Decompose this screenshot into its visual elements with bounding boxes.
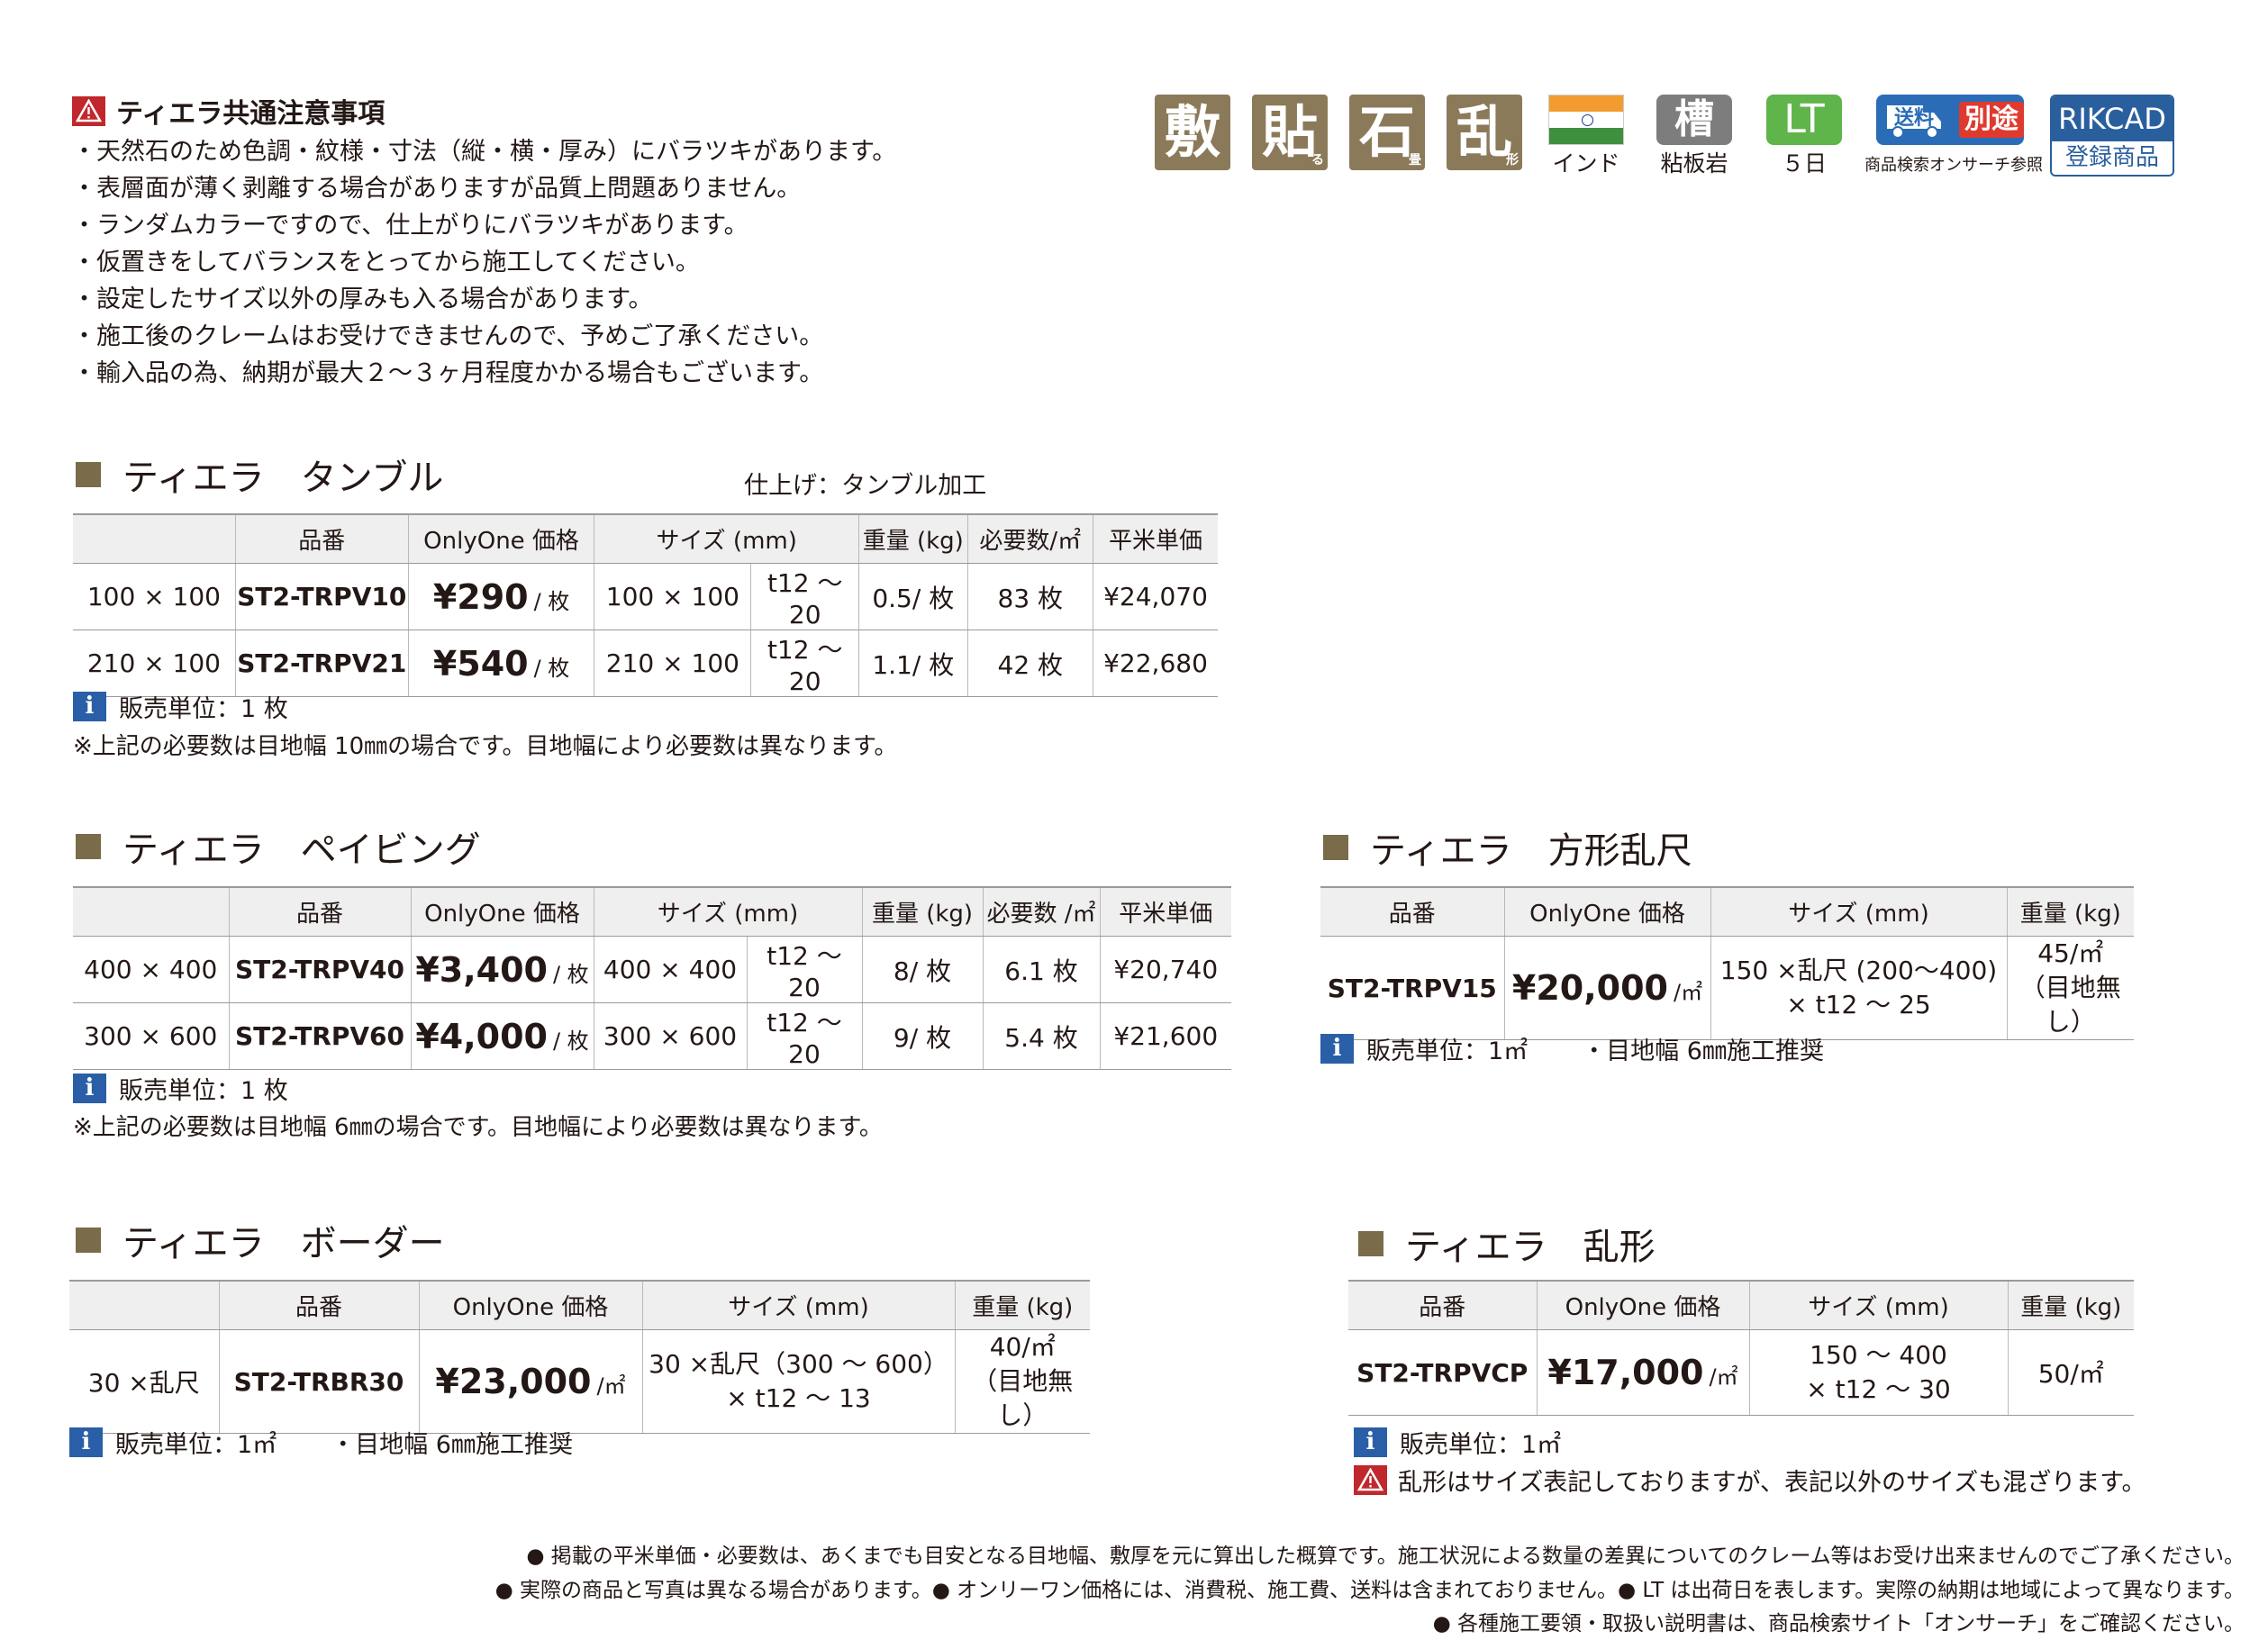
- shipping-text: 送料: [1894, 107, 1935, 130]
- info-icon: i: [73, 1074, 106, 1103]
- caution-item: ・ランダムカラーですので、仕上がりにバラツキがあります。: [72, 212, 748, 240]
- info-icon: i: [73, 692, 106, 721]
- caution-item: ・仮置きをしてバランスをとってから施工してください。: [72, 249, 700, 276]
- rikcad-badge: RIKCAD 登録商品: [2050, 95, 2174, 177]
- header-cell: 平米単価: [1093, 513, 1218, 564]
- footer-note: ● 実際の商品と写真は異なる場合があります。● オンリーワン価格には、消費税、施…: [494, 1579, 2245, 1602]
- shipping-label: 商品検索オンサーチ参照: [1864, 156, 2043, 175]
- caution-item: ・輸入品の為、納期が最大２～３ヶ月程度かかる場合もございます。: [72, 359, 824, 387]
- header-cell: 品番: [234, 513, 409, 564]
- square-unit-note: i 販売単位：1㎡ ・目地幅 6㎜施工推奨: [1320, 1031, 1824, 1066]
- table-row: 30 ×乱尺 ST2-TRBR30 ¥23,000/㎡ 30 ×乱尺（300 ～…: [69, 1329, 1090, 1434]
- header-cell: 重量 (kg): [954, 1280, 1090, 1330]
- header-cell: 重量 (kg): [861, 886, 983, 937]
- footer-note: ● 各種施工要領・取扱い説明書は、商品検索サイト「オンサーチ」をご確認ください。: [1432, 1612, 2245, 1635]
- random-warning-note: 乱形はサイズ表記しておりますが、表記以外のサイズも混ざります。: [1354, 1463, 2146, 1498]
- header-cell: OnlyOne 価格: [418, 1280, 642, 1330]
- header-cell: サイズ (mm): [641, 1280, 955, 1330]
- header-cell: 必要数 /㎡: [982, 886, 1100, 937]
- table-row: 300 × 600 ST2-TRPV60 ¥4,000/ 枚 300 × 600…: [73, 1002, 1231, 1070]
- random-unit-note: i 販売単位：1㎡: [1354, 1425, 1561, 1460]
- warning-icon: [1354, 1465, 1387, 1495]
- paving-sub-note: ※上記の必要数は目地幅 6㎜の場合です。目地幅により必要数は異なります。: [73, 1114, 883, 1141]
- footer-note: ● 掲載の平米単価・必要数は、あくまでも目安となる目地幅、敷厚を元に算出した概算…: [526, 1545, 2245, 1568]
- tumble-title: ティエラ タンブル: [76, 448, 443, 501]
- warning-icon: [72, 95, 105, 126]
- header-cell: 品番: [228, 886, 411, 937]
- header-cell: サイズ (mm): [594, 513, 859, 564]
- header-cell: 品番: [1348, 1280, 1537, 1330]
- section-square-icon: [1358, 1231, 1383, 1256]
- usage-paste-icon: 貼る: [1252, 95, 1328, 170]
- origin-label: インド: [1552, 150, 1620, 177]
- usage-random-shape-icon: 乱形: [1447, 95, 1522, 170]
- table-row: 100 × 100 ST2-TRPV10 ¥290/ 枚 100 × 100 t…: [73, 563, 1218, 630]
- header-cell: [73, 886, 229, 937]
- lead-time-icon: LT: [1766, 95, 1842, 145]
- table-row: 400 × 400 ST2-TRPV40 ¥3,400/ 枚 400 × 400…: [73, 936, 1231, 1003]
- border-unit-note: i 販売単位：1㎡ ・目地幅 6㎜施工推奨: [69, 1425, 573, 1460]
- section-square-icon: [76, 834, 101, 859]
- usage-lay-icon: 敷: [1155, 95, 1230, 170]
- header-cell: OnlyOne 価格: [410, 886, 594, 937]
- caution-title: ティエラ共通注意事項: [72, 91, 385, 131]
- table-row: ST2-TRPV15 ¥20,000/㎡ 150 ×乱尺 (200～400) × …: [1320, 936, 2134, 1040]
- info-icon: i: [69, 1427, 103, 1457]
- header-cell: 重量 (kg): [2007, 1280, 2134, 1330]
- lead-time-label: ５日: [1781, 150, 1827, 177]
- table-header-row: 品番 OnlyOne 価格 サイズ (mm) 重量 (kg): [1320, 886, 2134, 937]
- table-header-row: 品番 OnlyOne 価格 サイズ (mm) 重量 (kg) 必要数/㎡ 平米単…: [73, 513, 1218, 564]
- header-cell: [69, 1280, 219, 1330]
- shipping-separate-text: 別途: [1959, 102, 2024, 138]
- shipping-badge: 送料 別途: [1876, 95, 2024, 145]
- header-cell: 品番: [218, 1280, 419, 1330]
- table-row: ST2-TRPVCP ¥17,000/㎡ 150 ～ 400 × t12 ～ 30…: [1348, 1329, 2134, 1416]
- header-cell: OnlyOne 価格: [1536, 1280, 1749, 1330]
- caution-list: ・天然石のため色調・紋様・寸法（縦・横・厚み）にバラツキがあります。 ・表層面が…: [72, 133, 896, 392]
- caution-item: ・施工後のクレームはお受けできませんので、予めご了承ください。: [72, 322, 824, 350]
- rikcad-sub: 登録商品: [2064, 144, 2159, 171]
- border-title: ティエラ ボーダー: [76, 1214, 445, 1266]
- stone-type-label: 粘板岩: [1660, 150, 1728, 177]
- table-row: 210 × 100 ST2-TRPV21 ¥540/ 枚 210 × 100 t…: [73, 630, 1218, 697]
- tumble-unit-note: i 販売単位：1 枚: [73, 689, 288, 724]
- header-cell: 重量 (kg): [857, 513, 968, 564]
- border-table: 品番 OnlyOne 価格 サイズ (mm) 重量 (kg) 30 ×乱尺 ST…: [69, 1280, 1090, 1434]
- rikcad-title: RIKCAD: [2052, 96, 2173, 141]
- table-header-row: 品番 OnlyOne 価格 サイズ (mm) 重量 (kg): [1348, 1280, 2134, 1330]
- table-header-row: 品番 OnlyOne 価格 サイズ (mm) 重量 (kg): [69, 1280, 1090, 1330]
- finish-note: 仕上げ：タンブル加工: [744, 472, 987, 500]
- header-cell: 重量 (kg): [2006, 886, 2134, 937]
- header-cell: サイズ (mm): [593, 886, 862, 937]
- usage-paving-stone-icon: 石畳: [1349, 95, 1425, 170]
- tumble-sub-note: ※上記の必要数は目地幅 10㎜の場合です。目地幅により必要数は異なります。: [73, 733, 898, 760]
- info-icon: i: [1354, 1427, 1387, 1457]
- header-cell: [73, 513, 236, 564]
- caution-item: ・表層面が薄く剥離する場合がありますが品質上問題ありません。: [72, 175, 802, 203]
- random-table: 品番 OnlyOne 価格 サイズ (mm) 重量 (kg) ST2-TRPVC…: [1348, 1280, 2134, 1416]
- paving-title: ティエラ ペイビング: [76, 820, 481, 873]
- header-cell: OnlyOne 価格: [1503, 886, 1710, 937]
- header-cell: 品番: [1320, 886, 1504, 937]
- paving-table: 品番 OnlyOne 価格 サイズ (mm) 重量 (kg) 必要数 /㎡ 平米…: [73, 886, 1231, 1070]
- section-square-icon: [1323, 835, 1348, 860]
- square-title: ティエラ 方形乱尺: [1323, 821, 1692, 874]
- tumble-table: 品番 OnlyOne 価格 サイズ (mm) 重量 (kg) 必要数/㎡ 平米単…: [73, 513, 1218, 697]
- table-header-row: 品番 OnlyOne 価格 サイズ (mm) 重量 (kg) 必要数 /㎡ 平米…: [73, 886, 1231, 937]
- random-title: ティエラ 乱形: [1358, 1218, 1656, 1270]
- section-square-icon: [76, 1228, 101, 1253]
- square-table: 品番 OnlyOne 価格 サイズ (mm) 重量 (kg) ST2-TRPV1…: [1320, 886, 2134, 1040]
- india-flag-icon: [1548, 95, 1624, 145]
- caution-item: ・設定したサイズ以外の厚みも入る場合があります。: [72, 285, 653, 313]
- header-cell: サイズ (mm): [1748, 1280, 2008, 1330]
- header-cell: 平米単価: [1099, 886, 1231, 937]
- header-cell: OnlyOne 価格: [407, 513, 594, 564]
- header-cell: サイズ (mm): [1710, 886, 2007, 937]
- header-cell: 必要数/㎡: [966, 513, 1093, 564]
- stone-type-icon: 槽: [1656, 95, 1732, 145]
- section-square-icon: [76, 462, 101, 487]
- caution-item: ・天然石のため色調・紋様・寸法（縦・横・厚み）にバラツキがあります。: [72, 138, 897, 166]
- paving-unit-note: i 販売単位：1 枚: [73, 1071, 288, 1106]
- info-icon: i: [1320, 1034, 1354, 1064]
